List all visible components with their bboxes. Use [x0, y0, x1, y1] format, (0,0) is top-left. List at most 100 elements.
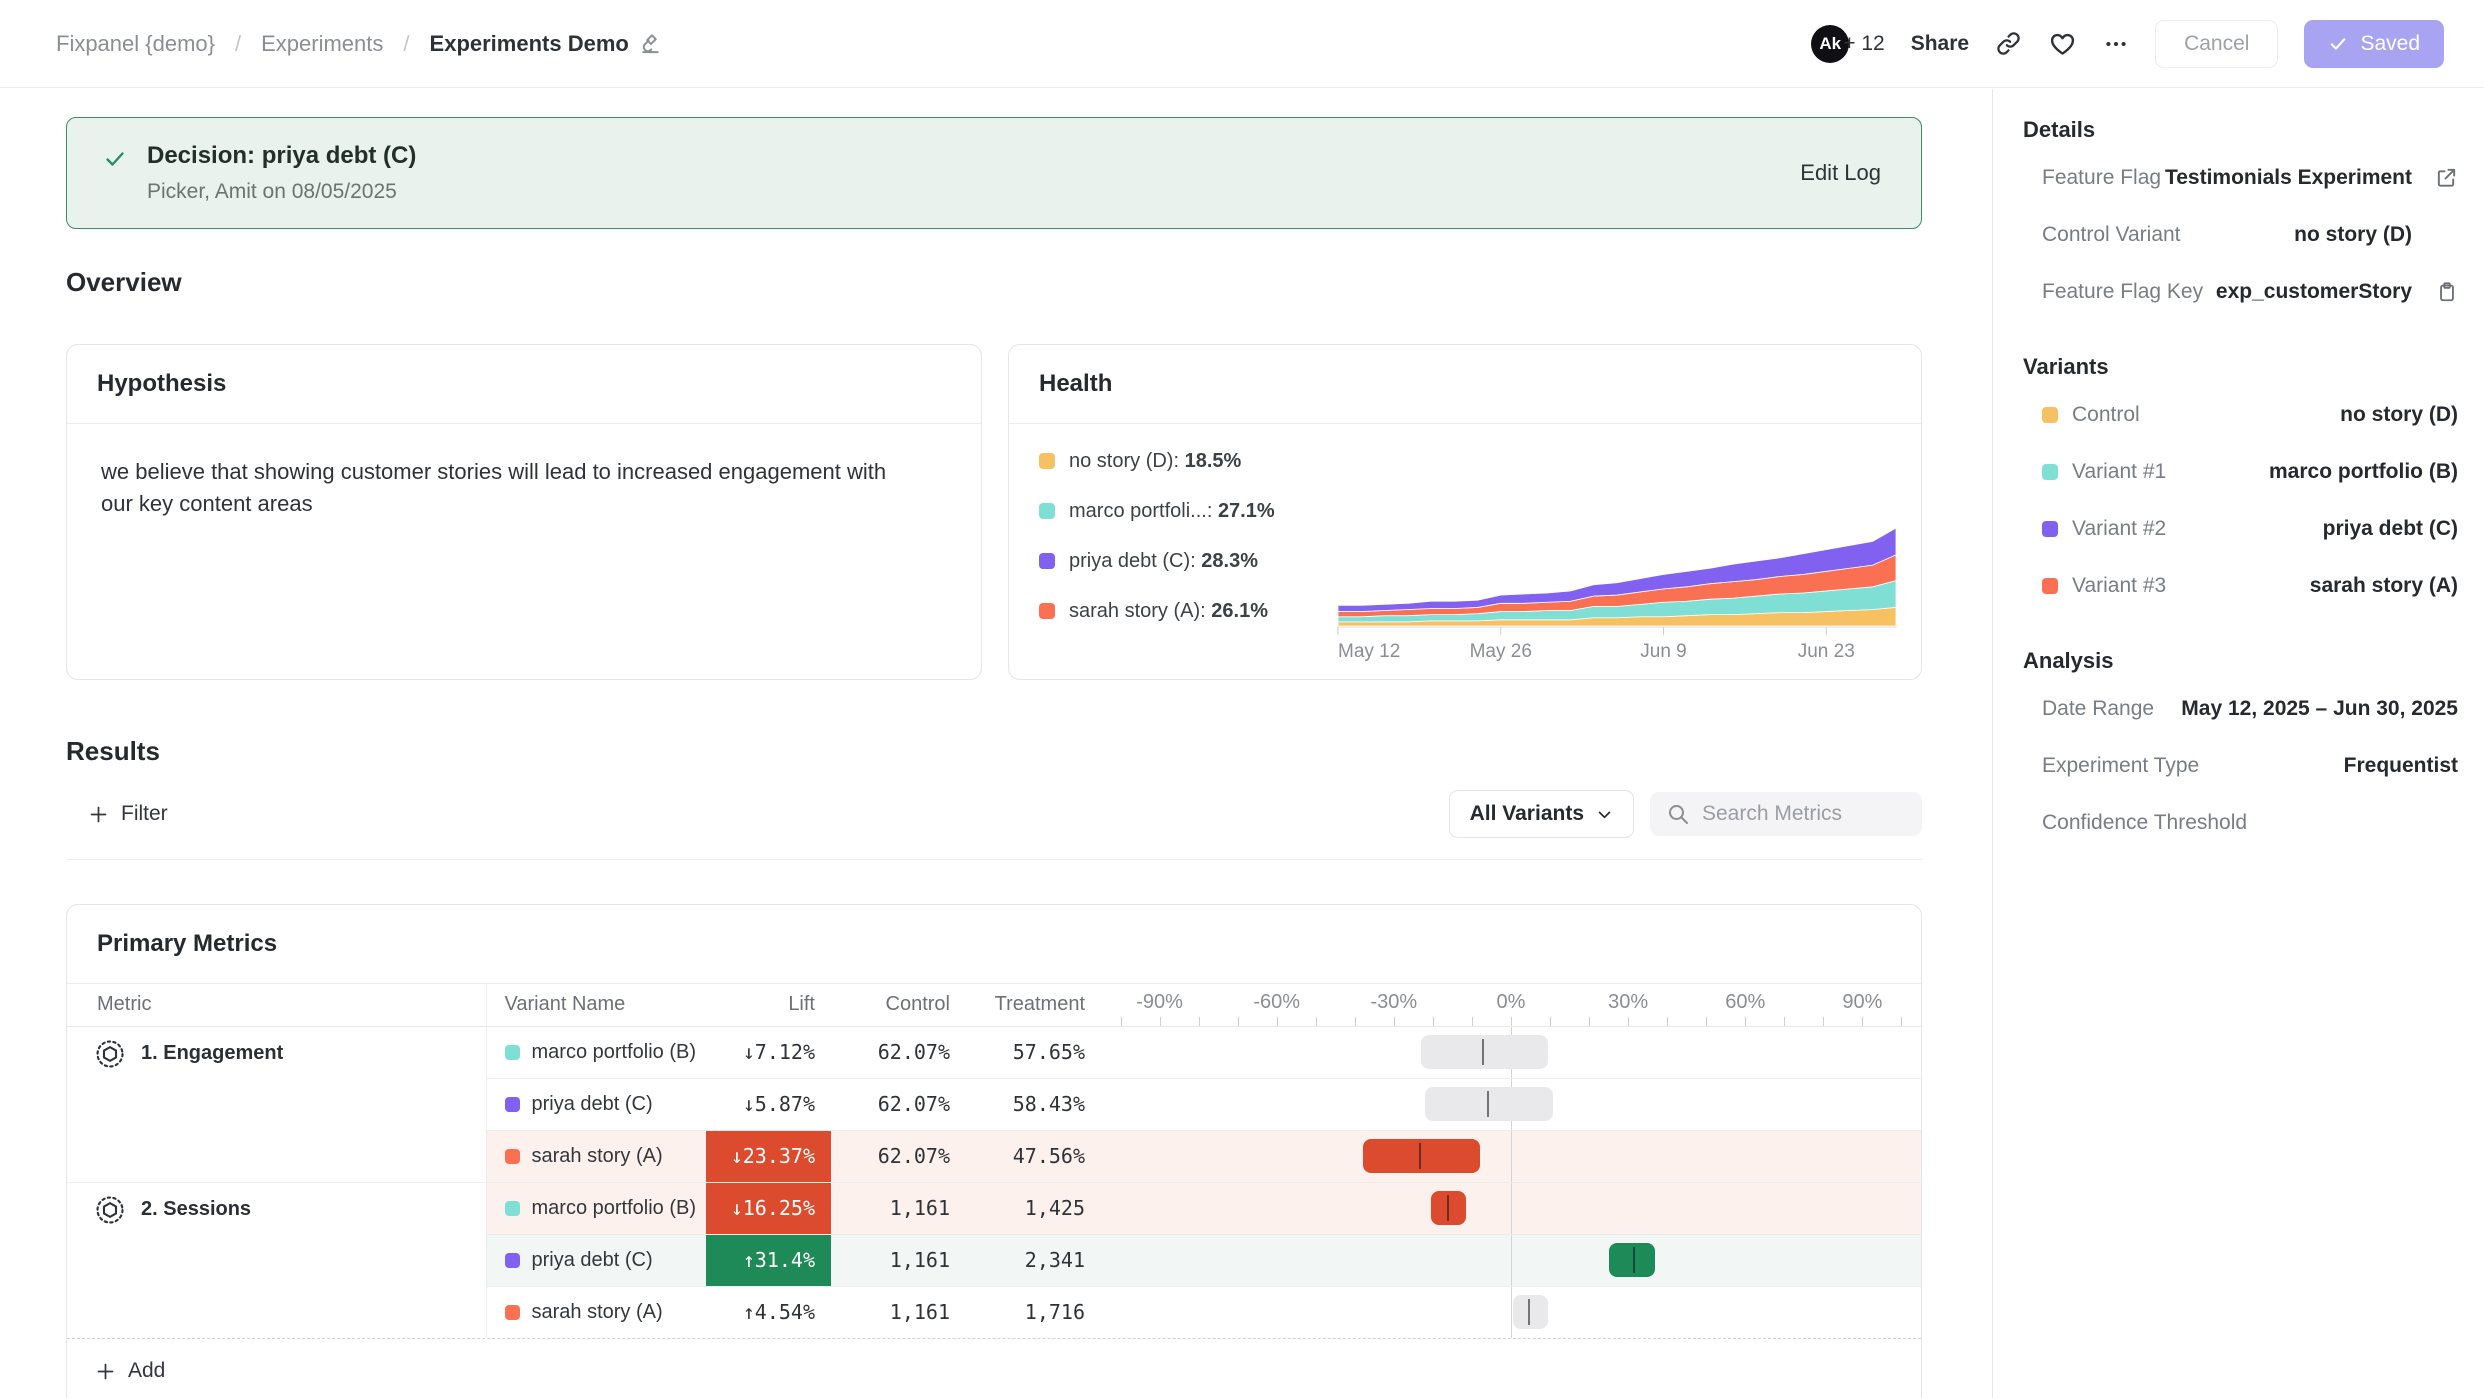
- svg-text:Jun 9: Jun 9: [1640, 641, 1686, 662]
- variant-swatch: [2042, 464, 2058, 480]
- axis-tick-mark: [1745, 1017, 1746, 1026]
- decision-check-icon: [103, 147, 127, 171]
- axis-tick-mark: [1706, 1017, 1707, 1026]
- axis-tick-mark: [1550, 1017, 1551, 1026]
- sidebar-row: Feature Flag Keyexp_customerStory: [2023, 263, 2458, 320]
- confidence-interval-cell: [1101, 1026, 1921, 1078]
- sidebar-heading-variants: Variants: [2023, 354, 2458, 380]
- legend-swatch: [1039, 503, 1055, 519]
- variant-swatch: [505, 1045, 520, 1060]
- topbar: Fixpanel {demo}/Experiments/Experiments …: [0, 0, 2484, 88]
- sidebar-row: Variant #2priya debt (C): [2023, 500, 2458, 557]
- variant-name-cell: sarah story (A): [486, 1286, 706, 1338]
- variant-name-cell: marco portfolio (B): [486, 1182, 706, 1234]
- edit-log-button[interactable]: Edit Log: [1800, 160, 1881, 186]
- search-metrics-input[interactable]: [1702, 802, 1892, 826]
- breadcrumb-item-1[interactable]: Fixpanel {demo}: [56, 31, 215, 57]
- breadcrumb-separator: /: [403, 31, 409, 57]
- breadcrumb-item-2[interactable]: Experiments: [261, 31, 383, 57]
- add-metric-button[interactable]: Add: [95, 1359, 1921, 1383]
- confidence-interval-cell: [1101, 1182, 1921, 1234]
- sidebar-row-value: no story (D): [2340, 403, 2458, 427]
- sidebar-row-value: Testimonials Experiment: [2165, 166, 2412, 190]
- axis-tick-label: 90%: [1842, 991, 1882, 1014]
- sidebar-section-analysis: Date RangeMay 12, 2025 – Jun 30, 2025Exp…: [2023, 680, 2458, 851]
- variant-swatch: [505, 1305, 520, 1320]
- favorite-heart-icon[interactable]: [2048, 29, 2077, 58]
- sidebar-row-label: Date Range: [2042, 697, 2154, 721]
- saved-button[interactable]: Saved: [2304, 20, 2444, 68]
- control-value-cell: 1,161: [831, 1234, 966, 1286]
- confidence-interval-center-tick: [1528, 1299, 1530, 1325]
- legend-label: sarah story (A): 26.1%: [1069, 600, 1268, 623]
- overview-heading: Overview: [66, 267, 1992, 298]
- variant-name: priya debt (C): [505, 1249, 707, 1272]
- axis-tick-label: -30%: [1370, 991, 1417, 1014]
- axis-tick-mark: [1667, 1017, 1668, 1026]
- microscope-icon: [639, 32, 662, 55]
- decision-subtitle: Picker, Amit on 08/05/2025: [147, 180, 416, 204]
- primary-metrics-table: Metric Variant Name Lift Control Treatme…: [67, 984, 1921, 1338]
- variant-filter-dropdown[interactable]: All Variants: [1449, 790, 1634, 838]
- legend-label: no story (D): 18.5%: [1069, 450, 1241, 473]
- sidebar-row-label: Control Variant: [2042, 223, 2181, 247]
- chevron-down-icon: [1596, 806, 1613, 823]
- sidebar-row-value: sarah story (A): [2310, 574, 2458, 598]
- sidebar-row-value: marco portfolio (B): [2269, 460, 2458, 484]
- axis-tick-mark: [1901, 1017, 1902, 1026]
- sidebar-row-value: exp_customerStory: [2216, 280, 2412, 304]
- zero-baseline: [1511, 1287, 1512, 1339]
- sidebar-heading-details: Details: [2023, 117, 2458, 143]
- svg-text:May 26: May 26: [1470, 641, 1532, 662]
- more-options-icon[interactable]: [2103, 31, 2129, 57]
- share-button[interactable]: Share: [1911, 32, 1969, 56]
- treatment-value-cell: 2,341: [966, 1234, 1101, 1286]
- axis-tick-mark: [1628, 1017, 1629, 1026]
- health-legend-item: marco portfoli...: 27.1%: [1039, 500, 1311, 523]
- breadcrumb: Fixpanel {demo}/Experiments/Experiments …: [56, 31, 662, 57]
- variant-name-cell: marco portfolio (B): [486, 1026, 706, 1078]
- health-area-chart: May 12May 26Jun 9Jun 23: [1311, 432, 1897, 664]
- col-variant-name: Variant Name: [486, 984, 706, 1026]
- axis-tick-mark: [1511, 1017, 1512, 1026]
- sidebar-row-value: May 12, 2025 – Jun 30, 2025: [2181, 697, 2458, 721]
- clipboard-icon[interactable]: [2412, 281, 2458, 303]
- metric-target-icon: [95, 1039, 125, 1069]
- control-value-cell: 1,161: [831, 1286, 966, 1338]
- axis-tick-mark: [1199, 1017, 1200, 1026]
- health-card: Health no story (D): 18.5%marco portfoli…: [1008, 344, 1922, 680]
- metric-row[interactable]: 1. Engagementmarco portfolio (B)↓7.12%62…: [67, 1026, 1921, 1078]
- col-lift: Lift: [706, 984, 831, 1026]
- legend-swatch: [1039, 553, 1055, 569]
- sidebar-row-value: priya debt (C): [2323, 517, 2458, 541]
- sidebar-row: Controlno story (D): [2023, 386, 2458, 443]
- zero-baseline: [1511, 1235, 1512, 1286]
- variant-filter-label: All Variants: [1470, 802, 1584, 826]
- primary-metrics-title: Primary Metrics: [67, 905, 1921, 984]
- metric-name-cell[interactable]: 2. Sessions: [67, 1182, 486, 1338]
- search-metrics-box: [1650, 792, 1922, 836]
- breadcrumb-item-3[interactable]: Experiments Demo: [430, 31, 662, 57]
- confidence-interval-bar: [1609, 1243, 1656, 1277]
- sidebar-section-variants: Controlno story (D)Variant #1marco portf…: [2023, 386, 2458, 614]
- primary-metrics-card: Primary Metrics Metric Variant Name Lift…: [66, 904, 1922, 1398]
- check-icon: [2328, 34, 2348, 54]
- copy-link-icon[interactable]: [1995, 30, 2022, 57]
- avatar-overflow-count[interactable]: + 12: [1843, 32, 1884, 56]
- confidence-interval-cell: [1101, 1130, 1921, 1182]
- axis-tick-mark: [1160, 1017, 1161, 1026]
- topbar-actions: Ak + 12 Share Cancel Saved: [1811, 20, 2444, 68]
- axis-tick-label: 30%: [1608, 991, 1648, 1014]
- lift-value-cell: ↑31.4%: [706, 1234, 831, 1286]
- metric-target-icon: [95, 1195, 125, 1225]
- add-filter-button[interactable]: Filter: [88, 802, 168, 826]
- treatment-value-cell: 1,716: [966, 1286, 1101, 1338]
- legend-swatch: [1039, 453, 1055, 469]
- cancel-button[interactable]: Cancel: [2155, 20, 2278, 68]
- confidence-interval-center-tick: [1419, 1143, 1421, 1169]
- external-link-icon[interactable]: [2412, 166, 2458, 189]
- legend-label: marco portfoli...: 27.1%: [1069, 500, 1275, 523]
- axis-tick-mark: [1433, 1017, 1434, 1026]
- metric-row[interactable]: 2. Sessionsmarco portfolio (B)↓16.25%1,1…: [67, 1182, 1921, 1234]
- metric-name-cell[interactable]: 1. Engagement: [67, 1026, 486, 1182]
